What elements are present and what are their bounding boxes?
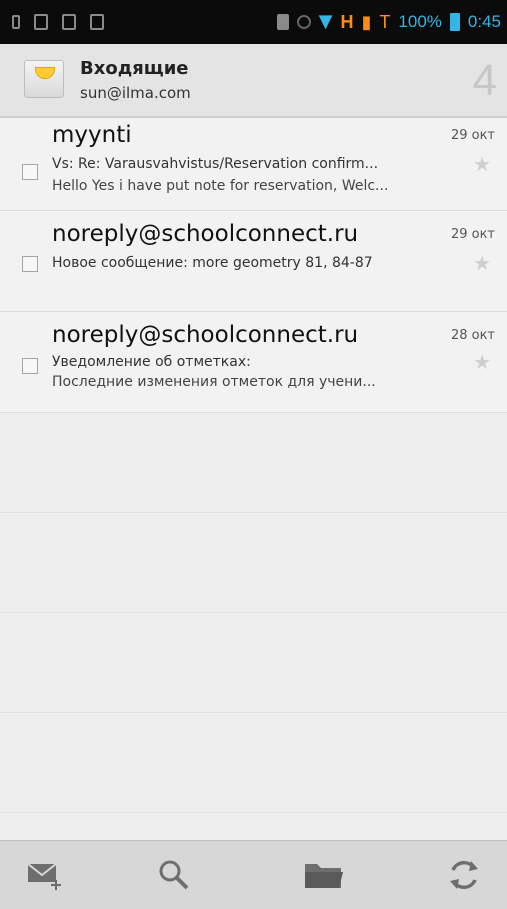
message-row[interactable]: noreply@schoolconnect.ru 29 окт Новое со… xyxy=(0,211,507,312)
clock: 0:45 xyxy=(467,12,501,31)
message-date: 29 окт xyxy=(450,227,495,242)
folders-button[interactable] xyxy=(300,851,348,899)
battery-percent: 100% xyxy=(398,12,442,31)
message-sender: noreply@schoolconnect.ru xyxy=(52,322,359,348)
message-sender: noreply@schoolconnect.ru xyxy=(52,221,359,247)
sync-icon xyxy=(296,15,311,29)
message-date: 28 окт xyxy=(450,328,495,343)
image-notification-icon xyxy=(62,14,76,30)
compose-icon xyxy=(27,863,61,890)
refresh-icon xyxy=(450,860,478,890)
message-sender: myynti xyxy=(52,122,132,148)
inbox-header[interactable]: Входящие sun@ilma.com 4 xyxy=(0,44,507,118)
refresh-button[interactable] xyxy=(440,851,488,899)
message-date: 29 окт xyxy=(450,128,495,143)
message-snippet: Hello Yes i have put note for reservatio… xyxy=(52,178,389,194)
signal-icon: ▮ xyxy=(361,11,372,32)
unread-count: 4 xyxy=(472,56,497,105)
message-checkbox[interactable] xyxy=(22,164,38,180)
search-button[interactable] xyxy=(150,851,198,899)
star-icon[interactable]: ★ xyxy=(473,352,491,372)
bottom-action-bar xyxy=(0,840,507,909)
usb-icon xyxy=(12,15,20,29)
battery-icon xyxy=(449,13,460,31)
star-icon[interactable]: ★ xyxy=(473,253,491,273)
message-subject: Новое сообщение: more geometry 81, 84-87 xyxy=(52,255,373,271)
folder-title: Входящие xyxy=(80,58,189,79)
calendar-notification-icon xyxy=(90,14,104,30)
sim-card-icon xyxy=(276,14,289,30)
network-type-indicator: H xyxy=(340,11,354,32)
empty-list-area xyxy=(0,413,507,840)
message-subject: Vs: Re: Varausvahvistus/Reservation conf… xyxy=(52,156,379,172)
inbox-mail-icon xyxy=(24,60,64,98)
account-email: sun@ilma.com xyxy=(80,84,191,102)
star-icon[interactable]: ★ xyxy=(473,154,491,174)
folder-icon xyxy=(305,864,343,888)
wifi-icon: ▼ xyxy=(318,11,333,32)
message-checkbox[interactable] xyxy=(22,358,38,374)
compose-button[interactable] xyxy=(22,851,70,899)
message-snippet: Последние изменения отметок для учени... xyxy=(52,374,376,390)
message-checkbox[interactable] xyxy=(22,256,38,272)
search-icon xyxy=(159,860,189,890)
message-row[interactable]: myynti 29 окт Vs: Re: Varausvahvistus/Re… xyxy=(0,118,507,211)
message-subject: Уведомление об отметках: xyxy=(52,354,251,370)
message-list: myynti 29 окт Vs: Re: Varausvahvistus/Re… xyxy=(0,118,507,413)
message-row[interactable]: noreply@schoolconnect.ru 28 окт Уведомле… xyxy=(0,312,507,413)
roaming-signal-icon: T xyxy=(379,11,391,32)
sd-card-notification-icon xyxy=(34,14,48,30)
status-bar: ▼ H ▮ T 100% 0:45 xyxy=(0,0,507,44)
